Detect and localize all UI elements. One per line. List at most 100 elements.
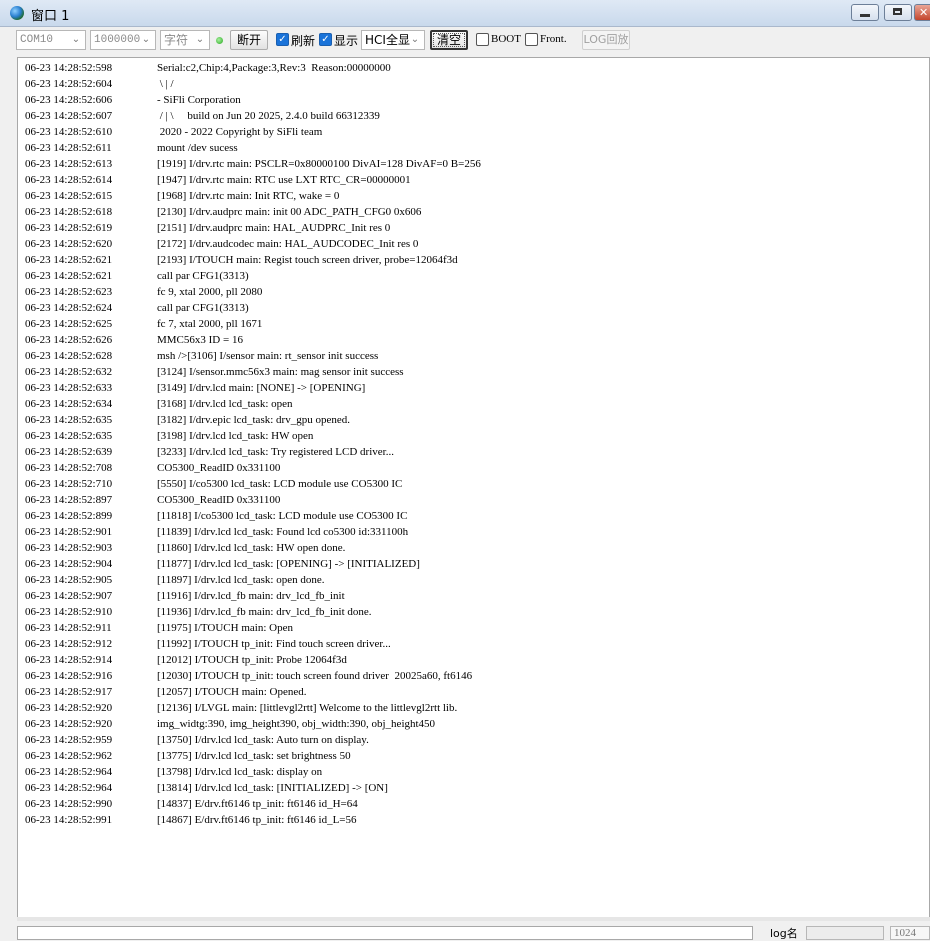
- log-message: [12030] I/TOUCH tp_init: touch screen fo…: [157, 670, 473, 682]
- log-timestamp: 06-23 14:28:52:618: [25, 206, 113, 218]
- format-select[interactable]: 字符 ⌄: [160, 30, 210, 50]
- log-message: [1947] I/drv.rtc main: RTC use LXT RTC_C…: [157, 174, 411, 186]
- log-timestamp: 06-23 14:28:52:598: [25, 62, 113, 74]
- log-timestamp: 06-23 14:28:52:920: [25, 718, 113, 730]
- minimize-icon: [860, 14, 870, 17]
- log-message: [11992] I/TOUCH tp_init: Find touch scre…: [157, 638, 391, 650]
- log-message: 2020 - 2022 Copyright by SiFli team: [157, 126, 323, 138]
- log-message: [13775] I/drv.lcd lcd_task: set brightne…: [157, 750, 351, 762]
- log-timestamp: 06-23 14:28:52:606: [25, 94, 113, 106]
- log-message: - SiFli Corporation: [157, 94, 241, 106]
- refresh-label[interactable]: 刷新: [291, 32, 315, 49]
- title-bar: 窗口 1 ✕: [0, 0, 930, 27]
- log-timestamp: 06-23 14:28:52:897: [25, 494, 113, 506]
- log-timestamp: 06-23 14:28:52:634: [25, 398, 113, 410]
- log-timestamp: 06-23 14:28:52:624: [25, 302, 113, 314]
- log-message: [5550] I/co5300 lcd_task: LCD module use…: [157, 478, 403, 490]
- minimize-button[interactable]: [851, 4, 879, 21]
- format-value: 字符: [164, 33, 189, 47]
- log-timestamp: 06-23 14:28:52:623: [25, 286, 113, 298]
- window-title: 窗口 1: [31, 9, 70, 24]
- log-output[interactable]: 06-23 14:28:52:598 Serial:c2,Chip:4,Packa…: [17, 57, 930, 920]
- log-message: [3168] I/drv.lcd lcd_task: open: [157, 398, 293, 410]
- log-message: MMC56x3 ID = 16: [157, 334, 243, 346]
- log-timestamp: 06-23 14:28:52:615: [25, 190, 113, 202]
- log-name-input[interactable]: [806, 926, 884, 940]
- log-timestamp: 06-23 14:28:52:910: [25, 606, 113, 618]
- front-label[interactable]: Front.: [540, 33, 567, 45]
- log-message: [11936] I/drv.lcd_fb main: drv_lcd_fb_in…: [157, 606, 372, 618]
- log-message: msh />[3106] I/sensor main: rt_sensor in…: [157, 350, 379, 362]
- refresh-checkbox[interactable]: ✓: [276, 33, 289, 46]
- baud-select[interactable]: 1000000 ⌄: [90, 30, 156, 50]
- log-timestamp: 06-23 14:28:52:904: [25, 558, 113, 570]
- disconnect-button[interactable]: 断开: [230, 30, 268, 50]
- boot-label[interactable]: BOOT: [491, 33, 521, 45]
- log-timestamp: 06-23 14:28:52:901: [25, 526, 113, 538]
- log-timestamp: 06-23 14:28:52:708: [25, 462, 113, 474]
- bottom-bar: log名 1024: [0, 921, 930, 940]
- log-message: [14867] E/drv.ft6146 tp_init: ft6146 id_…: [157, 814, 357, 826]
- log-timestamp: 06-23 14:28:52:635: [25, 430, 113, 442]
- log-message: [11916] I/drv.lcd_fb main: drv_lcd_fb_in…: [157, 590, 345, 602]
- display-label[interactable]: 显示: [334, 32, 358, 49]
- log-timestamp: 06-23 14:28:52:914: [25, 654, 113, 666]
- log-message: fc 7, xtal 2000, pll 1671: [157, 318, 263, 330]
- log-timestamp: 06-23 14:28:52:610: [25, 126, 113, 138]
- chevron-down-icon: ⌄: [195, 34, 205, 45]
- log-message: [11839] I/drv.lcd lcd_task: Found lcd co…: [157, 526, 409, 538]
- log-message: [11975] I/TOUCH main: Open: [157, 622, 293, 634]
- log-message: [13798] I/drv.lcd lcd_task: display on: [157, 766, 323, 778]
- log-message: img_widtg:390, img_height390, obj_width:…: [157, 718, 436, 730]
- log-message: [3198] I/drv.lcd lcd_task: HW open: [157, 430, 314, 442]
- maximize-button[interactable]: [884, 4, 912, 21]
- log-message: [2151] I/drv.audprc main: HAL_AUDPRC_Ini…: [157, 222, 391, 234]
- log-timestamp: 06-23 14:28:52:911: [25, 622, 112, 634]
- port-select[interactable]: COM10 ⌄: [16, 30, 86, 50]
- log-name-label: log名: [770, 927, 798, 940]
- maximize-icon: [893, 8, 902, 15]
- log-timestamp: 06-23 14:28:52:710: [25, 478, 113, 490]
- log-message: [1919] I/drv.rtc main: PSCLR=0x80000100 …: [157, 158, 481, 170]
- front-checkbox[interactable]: [525, 33, 538, 46]
- log-message: CO5300_ReadID 0x331100: [157, 462, 281, 474]
- log-message: [11877] I/drv.lcd lcd_task: [OPENING] ->…: [157, 558, 420, 570]
- log-message: [11818] I/co5300 lcd_task: LCD module us…: [157, 510, 408, 522]
- display-checkbox[interactable]: ✓: [319, 33, 332, 46]
- log-timestamp: 06-23 14:28:52:635: [25, 414, 113, 426]
- log-message: CO5300_ReadID 0x331100: [157, 494, 281, 506]
- log-message: call par CFG1(3313): [157, 270, 249, 282]
- log-timestamp: 06-23 14:28:52:917: [25, 686, 113, 698]
- log-timestamp: 06-23 14:28:52:990: [25, 798, 113, 810]
- log-message: fc 9, xtal 2000, pll 2080: [157, 286, 263, 298]
- baud-value: 1000000: [94, 34, 141, 46]
- connection-status-led-icon: [216, 37, 223, 44]
- log-message: [12136] I/LVGL main: [littlevgl2rtt] Wel…: [157, 702, 458, 714]
- log-message: [12012] I/TOUCH tp_init: Probe 12064f3d: [157, 654, 347, 666]
- log-message: [14837] E/drv.ft6146 tp_init: ft6146 id_…: [157, 798, 358, 810]
- log-timestamp: 06-23 14:28:52:620: [25, 238, 113, 250]
- clear-button[interactable]: 清空: [430, 30, 468, 50]
- log-timestamp: 06-23 14:28:52:907: [25, 590, 113, 602]
- boot-checkbox[interactable]: [476, 33, 489, 46]
- log-timestamp: 06-23 14:28:52:628: [25, 350, 113, 362]
- log-message: [2130] I/drv.audprc main: init 00 ADC_PA…: [157, 206, 422, 218]
- size-input[interactable]: 1024: [890, 926, 930, 940]
- log-timestamp: 06-23 14:28:52:899: [25, 510, 113, 522]
- hci-mode-select[interactable]: HCI全显 ⌄: [361, 30, 425, 50]
- log-timestamp: 06-23 14:28:52:905: [25, 574, 113, 586]
- log-timestamp: 06-23 14:28:52:619: [25, 222, 113, 234]
- send-input[interactable]: [17, 926, 753, 940]
- log-message: [13814] I/drv.lcd lcd_task: [INITIALIZED…: [157, 782, 388, 794]
- log-replay-button[interactable]: LOG回放: [582, 30, 630, 50]
- log-timestamp: 06-23 14:28:52:611: [25, 142, 112, 154]
- log-timestamp: 06-23 14:28:52:604: [25, 78, 113, 90]
- log-message: / | \ build on Jun 20 2025, 2.4.0 build …: [157, 110, 380, 122]
- chevron-down-icon: ⌄: [410, 34, 420, 45]
- log-message: [11897] I/drv.lcd lcd_task: open done.: [157, 574, 325, 586]
- log-message: [11860] I/drv.lcd lcd_task: HW open done…: [157, 542, 346, 554]
- close-button[interactable]: ✕: [914, 4, 930, 21]
- log-message: [12057] I/TOUCH main: Opened.: [157, 686, 307, 698]
- log-timestamp: 06-23 14:28:52:621: [25, 254, 113, 266]
- log-timestamp: 06-23 14:28:52:964: [25, 782, 113, 794]
